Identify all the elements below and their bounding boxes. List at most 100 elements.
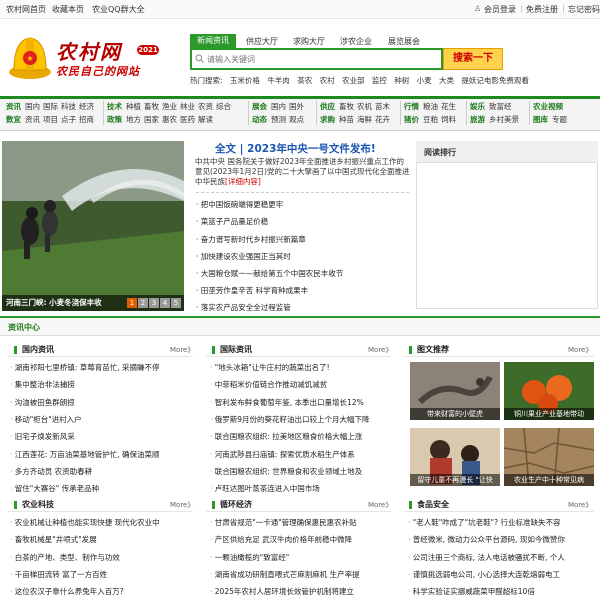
pic-thumb[interactable]: 留守儿童不再漫长 "让快: [410, 428, 500, 486]
headline-title[interactable]: 全文 | 2023年中央一号文件发布!: [215, 141, 376, 156]
news-list-item[interactable]: 旧宅子焕发新风采: [10, 431, 185, 442]
hot-keyword[interactable]: 牛羊肉: [267, 76, 290, 85]
nav-heading[interactable]: 图库: [533, 115, 548, 124]
section-title-domestic[interactable]: 国内资讯: [14, 344, 54, 356]
qq-group-link[interactable]: 农业QQ群大全: [92, 4, 145, 15]
pic-thumb[interactable]: 铜川果业产业基地带动: [504, 362, 594, 420]
search-tab-enterprise[interactable]: 涉农企业: [340, 36, 372, 47]
slide-page-5[interactable]: 5: [171, 298, 181, 308]
news-item[interactable]: 奋力谱写新时代乡村振兴新篇章: [196, 234, 306, 245]
nav-link[interactable]: 观点: [289, 115, 304, 124]
slide-page-2[interactable]: 2: [138, 298, 148, 308]
hot-keyword[interactable]: 农业部: [342, 76, 365, 85]
news-list-item[interactable]: 科学实验证实挪威蔬菜甲醛超标10倍: [408, 586, 598, 597]
hot-keyword[interactable]: 监控: [372, 76, 387, 85]
slide-page-4[interactable]: 4: [160, 298, 170, 308]
more-link[interactable]: More》: [568, 345, 592, 355]
nav-heading[interactable]: 政策: [107, 115, 122, 124]
nav-heading[interactable]: 展会: [252, 102, 267, 111]
news-list-item[interactable]: 2025年农村人居环境长效管护机制将建立: [210, 586, 385, 597]
news-list-item[interactable]: 一颗油橄榄的"致富经": [210, 552, 385, 563]
nav-link[interactable]: 解读: [198, 115, 213, 124]
more-link[interactable]: More》: [568, 500, 592, 510]
news-list-item[interactable]: 沟洫被田鱼群朗掠: [10, 397, 185, 408]
nav-heading[interactable]: 资讯: [6, 102, 21, 111]
nav-link[interactable]: 专题: [552, 115, 567, 124]
nav-heading[interactable]: 供应: [320, 102, 335, 111]
pic-caption[interactable]: 农业生产中十种常见病: [504, 474, 594, 486]
news-list-item[interactable]: 集中整治非法捕捞: [10, 379, 185, 390]
search-tab-exhibition[interactable]: 展览展会: [388, 36, 420, 47]
nav-link[interactable]: 粮油: [423, 102, 438, 111]
search-tab-news[interactable]: 新闻资讯: [190, 34, 236, 48]
section-title-cycle[interactable]: 循环经济: [212, 499, 252, 511]
hot-keyword[interactable]: 玉米价格: [230, 76, 260, 85]
hot-keyword[interactable]: 大类: [439, 76, 454, 85]
nav-heading[interactable]: 娱乐: [470, 102, 485, 111]
pic-caption[interactable]: 铜川果业产业基地带动: [504, 408, 594, 420]
nav-link[interactable]: 国外: [289, 102, 304, 111]
nav-link[interactable]: 惠农: [162, 115, 177, 124]
news-list-item[interactable]: 这位农汉子靠什么养兔年入百万?: [10, 586, 185, 597]
nav-link[interactable]: 招商: [79, 115, 94, 124]
search-tab-supply[interactable]: 供应大厅: [246, 36, 278, 47]
nav-heading[interactable]: 猪价: [404, 115, 419, 124]
nav-link[interactable]: 畜牧: [339, 102, 354, 111]
pic-thumb[interactable]: 带来财富的小壁虎: [410, 362, 500, 420]
nav-link[interactable]: 项目: [43, 115, 58, 124]
news-list-item[interactable]: 卢旺达图叶蒸茶连进入中国市场: [210, 483, 385, 494]
news-item[interactable]: 把中国饭碗端得更稳更牢: [196, 199, 284, 210]
login-link[interactable]: 会员登录: [484, 4, 516, 15]
hot-keyword[interactable]: 小麦: [417, 76, 432, 85]
news-list-item[interactable]: 江西莲花: 万亩油菜基地管护忙, 确保油菜顺: [10, 449, 185, 460]
nav-link[interactable]: 林业: [180, 102, 195, 111]
nav-link[interactable]: 苗木: [375, 102, 390, 111]
nav-link[interactable]: 预测: [271, 115, 286, 124]
news-list-item[interactable]: 甘肃省规范"一卡通"管理确保惠民惠农补贴: [210, 517, 385, 528]
news-list-item[interactable]: 留住"大赛谷" 传承老品种: [10, 483, 185, 494]
news-list-item[interactable]: 联合国粮农组织: 世界粮食和农业领域土地及: [210, 466, 385, 477]
nav-heading[interactable]: 数宜: [6, 115, 21, 124]
search-input[interactable]: [207, 51, 437, 67]
nav-link[interactable]: 地方: [126, 115, 141, 124]
nav-link[interactable]: 乡村美景: [489, 115, 519, 124]
nav-heading[interactable]: 动态: [252, 115, 267, 124]
section-title-pictures[interactable]: 图文推荐: [409, 344, 449, 356]
search-tab-purchase[interactable]: 求购大厅: [293, 36, 325, 47]
news-list-item[interactable]: 农业机械让种植也能实现快捷 现代化农业中: [10, 517, 185, 528]
nav-link[interactable]: 渔业: [162, 102, 177, 111]
nav-link[interactable]: 经济: [79, 102, 94, 111]
news-list-item[interactable]: 移动"柜台"进村入户: [10, 414, 185, 425]
nav-link[interactable]: 花生: [441, 102, 456, 111]
news-list-item[interactable]: 俄罗斯9月份的葵花籽油出口较上个月大幅下降: [210, 414, 385, 425]
detail-link[interactable]: [详细内容]: [225, 177, 261, 186]
slide-page-3[interactable]: 3: [149, 298, 159, 308]
news-list-item[interactable]: 公司注册三个商标, 法人电话被骚扰不断, 个人: [408, 552, 598, 563]
news-list-item[interactable]: 畜牧机械星"井喷式"发展: [10, 534, 185, 545]
nav-link[interactable]: 豆粕: [423, 115, 438, 124]
section-title-tech[interactable]: 农业科技: [14, 499, 54, 511]
news-item[interactable]: 大国粮仓赋一—献给第五个中国农民丰收节: [196, 268, 344, 279]
nav-link[interactable]: 畜牧: [144, 102, 159, 111]
nav-link[interactable]: 点子: [61, 115, 76, 124]
nav-link[interactable]: 国内: [25, 102, 40, 111]
more-link[interactable]: More》: [368, 500, 392, 510]
nav-link[interactable]: 科技: [61, 102, 76, 111]
hot-keyword[interactable]: 农村: [320, 76, 335, 85]
nav-link[interactable]: 花卉: [375, 115, 390, 124]
news-list-item[interactable]: 多方齐动员 农资助春耕: [10, 466, 185, 477]
home-link[interactable]: 农村网首页: [6, 4, 46, 15]
logo-icon[interactable]: ★: [8, 30, 52, 80]
nav-link[interactable]: 医药: [180, 115, 195, 124]
news-list-item[interactable]: 产区供给充足 武汉牛肉价格年前稳中微降: [210, 534, 385, 545]
news-list-item[interactable]: 联合国粮农组织: 拉美地区粮食价格大幅上涨: [210, 431, 385, 442]
section-title-international[interactable]: 国际资讯: [212, 344, 252, 356]
news-list-item[interactable]: 智利发布鲜食葡萄年鉴, 本季出口量增长12%: [210, 397, 385, 408]
nav-link[interactable]: 国家: [144, 115, 159, 124]
register-link[interactable]: 免费注册: [526, 4, 558, 15]
nav-heading[interactable]: 农业视频: [533, 102, 563, 111]
nav-heading[interactable]: 技术: [107, 102, 122, 111]
nav-link[interactable]: 种苗: [339, 115, 354, 124]
pic-caption[interactable]: 留守儿童不再漫长 "让快: [410, 474, 500, 486]
news-list-item[interactable]: 湖南省成功研制直喂式芒麻割麻机 生产率提: [210, 569, 385, 580]
